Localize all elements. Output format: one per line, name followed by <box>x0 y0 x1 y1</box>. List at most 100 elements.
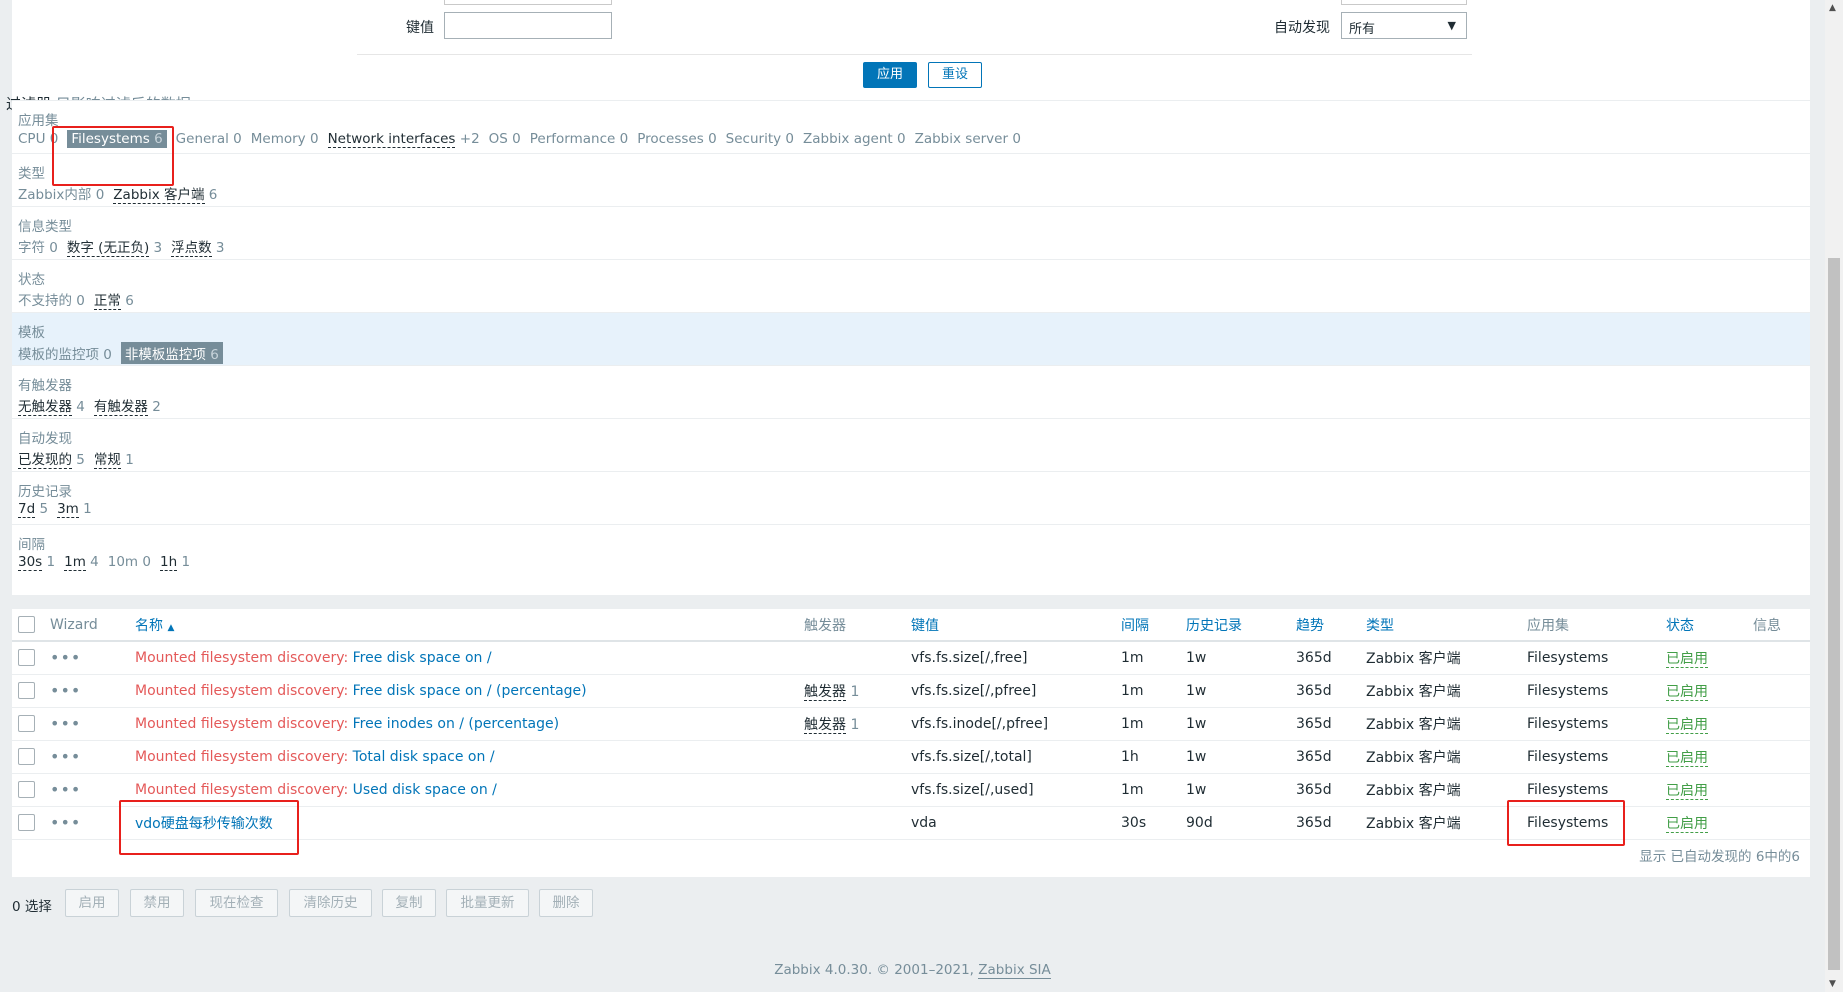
subfilter-group: 有触发器 无触发器 4 有触发器 2 <box>12 365 1810 418</box>
status-toggle-link[interactable]: 已启用 <box>1666 683 1708 701</box>
subfilter-item-name[interactable]: 已发现的 <box>18 452 72 469</box>
clear-history-button[interactable]: 清除历史 <box>289 889 372 917</box>
subfilter-item-name[interactable]: 无触发器 <box>18 399 72 416</box>
history-header[interactable]: 历史记录 <box>1186 609 1296 642</box>
subfilter-item-count: 0 <box>1012 131 1021 147</box>
info-cell <box>1753 674 1810 708</box>
subfilter-group: 自动发现 已发现的 5 常规 1 <box>12 418 1810 471</box>
subfilter-item-name[interactable]: Network interfaces <box>327 131 456 148</box>
subfilter-item-name[interactable]: 数字 (无正负) <box>66 240 150 257</box>
subfilter-item[interactable]: 常规 1 <box>93 448 134 469</box>
scroll-up-arrow-icon[interactable]: ▲ <box>1829 3 1836 13</box>
subfilter-item[interactable]: Zabbix 客户端 6 <box>113 183 217 204</box>
subfilter-item[interactable]: 1m 4 <box>64 554 99 571</box>
subfilter-group-items: 不支持的 0 正常 6 <box>18 289 1810 310</box>
apply-button[interactable]: 应用 <box>863 62 917 88</box>
subfilter-item[interactable]: 7d 5 <box>18 501 48 518</box>
subfilter-item-count: 0 <box>708 131 717 147</box>
more-actions-icon[interactable]: ••• <box>50 648 81 667</box>
key-header[interactable]: 键值 <box>911 609 1121 642</box>
subfilter-item[interactable]: 已发现的 5 <box>18 448 85 469</box>
interval-header[interactable]: 间隔 <box>1121 609 1186 642</box>
status-toggle-link[interactable]: 已启用 <box>1666 749 1708 767</box>
subfilter-item[interactable]: 3m 1 <box>57 501 92 518</box>
subfilter-item: Performance 0 <box>530 131 628 147</box>
name-header[interactable]: 名称 ▲ <box>135 609 804 642</box>
item-name-link[interactable]: Used disk space on / <box>353 782 497 798</box>
subfilter-item-name[interactable]: 1m <box>64 554 86 571</box>
discovery-rule-link[interactable]: Mounted filesystem discovery <box>135 716 343 732</box>
collapsed-input-top[interactable] <box>444 0 612 5</box>
subfilter-item-name[interactable]: 有触发器 <box>93 399 148 416</box>
scroll-down-arrow-icon[interactable]: ▼ <box>1829 979 1836 989</box>
item-name-link[interactable]: Total disk space on / <box>353 749 495 765</box>
triggers-link[interactable]: 触发器 <box>804 683 846 701</box>
disable-button[interactable]: 禁用 <box>130 889 184 917</box>
triggers-link[interactable]: 触发器 <box>804 716 846 734</box>
triggers-count: 1 <box>850 683 860 700</box>
reset-button[interactable]: 重设 <box>928 62 982 88</box>
scrollbar-thumb[interactable] <box>1828 258 1840 970</box>
subfilter-item-name[interactable]: 3m <box>57 501 79 518</box>
status-header[interactable]: 状态 <box>1666 609 1753 642</box>
subfilter-item-count: 0 <box>49 240 58 256</box>
discovery-select[interactable]: 所有 ▼ <box>1341 12 1467 39</box>
wizard-cell: ••• <box>50 641 135 675</box>
prefix-separator: : <box>343 781 353 798</box>
more-actions-icon[interactable]: ••• <box>50 681 81 700</box>
discovery-rule-link[interactable]: Mounted filesystem discovery <box>135 650 343 666</box>
row-checkbox[interactable] <box>18 814 35 831</box>
more-actions-icon[interactable]: ••• <box>50 813 81 832</box>
subfilter-item-name[interactable]: 7d <box>18 501 36 518</box>
subfilter-item[interactable]: 30s 1 <box>18 554 55 571</box>
subfilter-item-name[interactable]: 1h <box>159 554 178 571</box>
subfilter-item-name[interactable]: 正常 <box>93 293 121 310</box>
subfilter-item[interactable]: 正常 6 <box>93 289 134 310</box>
subfilter-item[interactable]: Network interfaces +2 <box>327 131 480 148</box>
subfilter-group-items: 字符 0 数字 (无正负) 3 浮点数 3 <box>18 236 1810 257</box>
trends-header[interactable]: 趋势 <box>1296 609 1366 642</box>
more-actions-icon[interactable]: ••• <box>50 780 81 799</box>
copy-button[interactable]: 复制 <box>382 889 436 917</box>
select-all-checkbox[interactable] <box>18 616 35 633</box>
collapsed-select-top[interactable] <box>1341 0 1467 5</box>
row-checkbox[interactable] <box>18 682 35 699</box>
more-actions-icon[interactable]: ••• <box>50 714 81 733</box>
row-checkbox[interactable] <box>18 748 35 765</box>
subfilter-item-name[interactable]: 浮点数 <box>171 240 212 257</box>
item-name-link[interactable]: Free disk space on / (percentage) <box>353 683 587 699</box>
subfilter-item-name: Performance <box>529 131 616 147</box>
status-toggle-link[interactable]: 已启用 <box>1666 650 1708 668</box>
subfilter-item-name[interactable]: 常规 <box>93 452 121 469</box>
check-now-button[interactable]: 现在检查 <box>195 889 278 917</box>
subfilter-item-name[interactable]: 30s <box>18 554 43 571</box>
discovery-rule-link[interactable]: Mounted filesystem discovery <box>135 749 343 765</box>
history-cell: 1w <box>1186 707 1296 741</box>
footer-company-link[interactable]: Zabbix SIA <box>978 962 1051 979</box>
status-toggle-link[interactable]: 已启用 <box>1666 782 1708 800</box>
discovery-rule-link[interactable]: Mounted filesystem discovery <box>135 683 343 699</box>
subfilter-item[interactable]: 1h 1 <box>159 554 190 571</box>
row-checkbox[interactable] <box>18 649 35 667</box>
row-checkbox[interactable] <box>18 781 35 798</box>
subfilter-item[interactable]: 有触发器 2 <box>93 395 161 416</box>
enable-button[interactable]: 启用 <box>65 889 119 917</box>
subfilter-item[interactable]: 无触发器 4 <box>18 395 85 416</box>
key-input[interactable] <box>444 12 612 39</box>
status-toggle-link[interactable]: 已启用 <box>1666 815 1708 833</box>
status-toggle-link[interactable]: 已启用 <box>1666 716 1708 734</box>
type-header[interactable]: 类型 <box>1366 609 1527 642</box>
item-name-link[interactable]: Free disk space on / <box>353 650 492 666</box>
subfilter-item[interactable]: 非模板监控项 6 <box>120 342 223 364</box>
mass-update-button[interactable]: 批量更新 <box>446 889 529 917</box>
delete-button[interactable]: 删除 <box>539 889 593 917</box>
subfilter-item-name[interactable]: Zabbix 客户端 <box>113 187 205 204</box>
more-actions-icon[interactable]: ••• <box>50 747 81 766</box>
subfilter-item-name[interactable]: 非模板监控项 <box>125 347 206 363</box>
row-checkbox[interactable] <box>18 715 35 732</box>
item-name-link[interactable]: Free inodes on / (percentage) <box>353 716 559 732</box>
subfilter-item[interactable]: 浮点数 3 <box>171 236 225 257</box>
discovery-rule-link[interactable]: Mounted filesystem discovery <box>135 782 343 798</box>
subfilter-item[interactable]: 数字 (无正负) 3 <box>66 236 162 257</box>
page-scrollbar[interactable]: ▲ ▼ <box>1825 0 1843 992</box>
